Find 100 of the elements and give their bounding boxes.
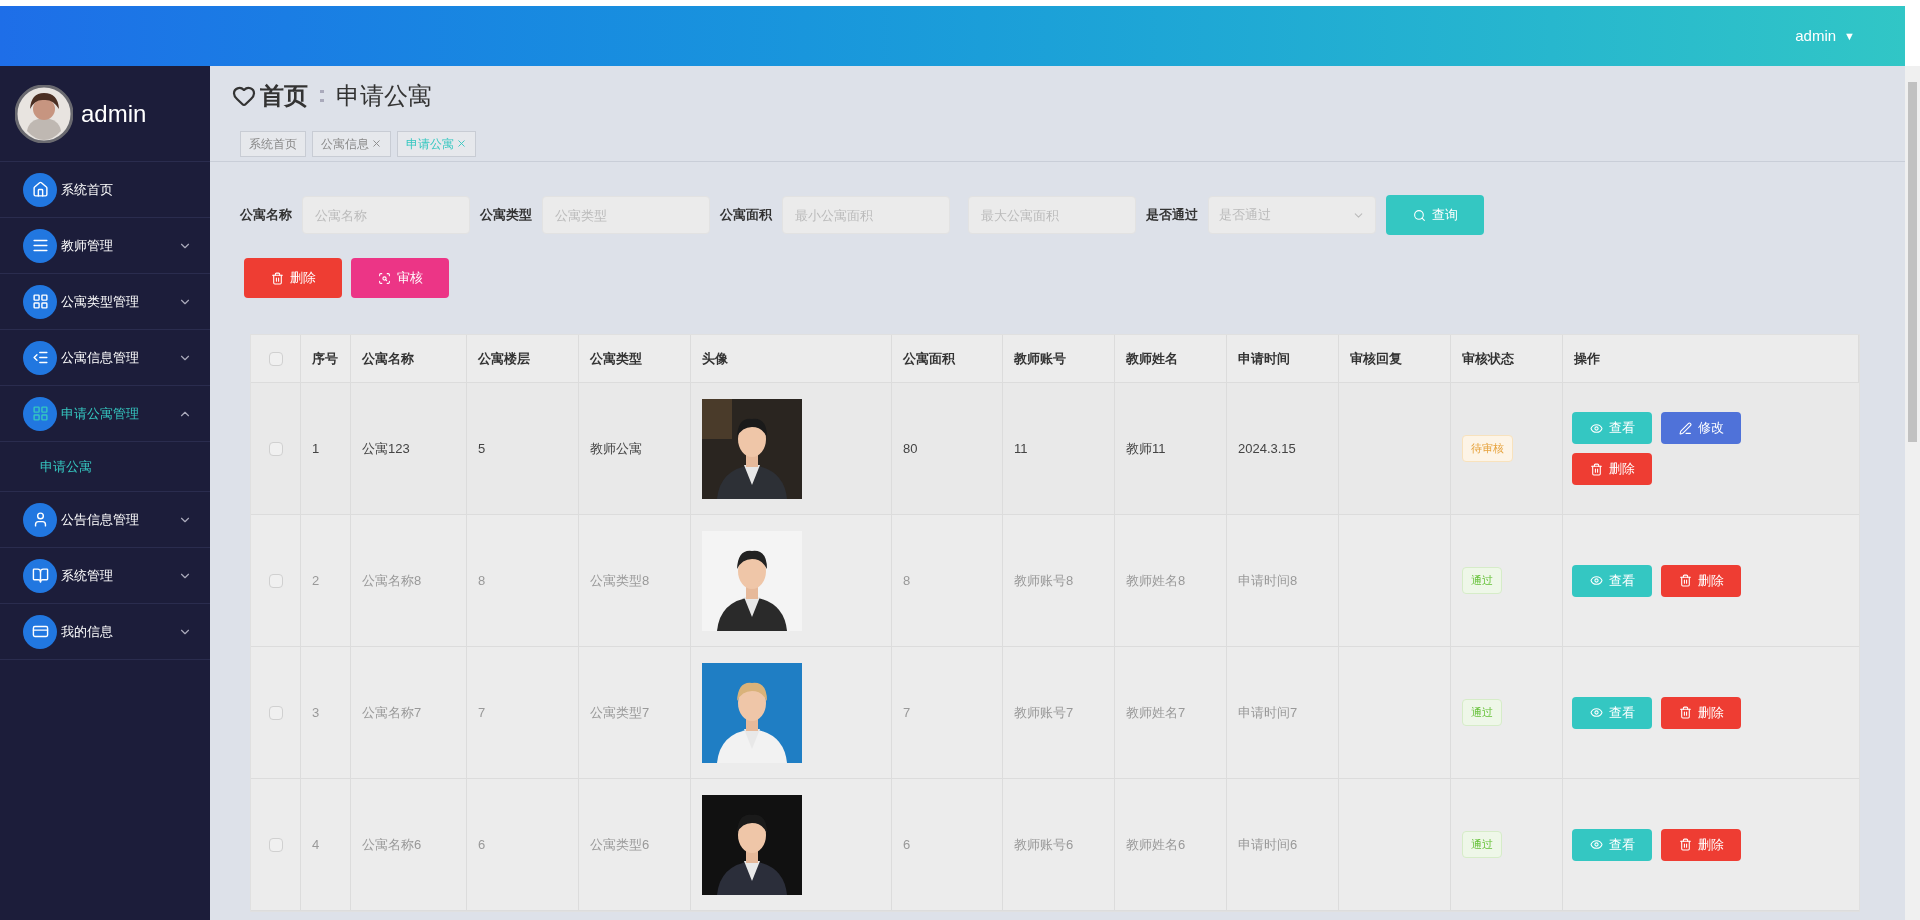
status-tag: 通过 bbox=[1462, 831, 1502, 858]
sidebar-item[interactable]: 系统管理 bbox=[0, 548, 210, 604]
row-checkbox[interactable] bbox=[268, 837, 283, 852]
table-cell-text: 7 bbox=[478, 703, 486, 722]
view-button[interactable]: 查看 bbox=[1572, 828, 1652, 861]
column-header: 公寓楼层 bbox=[478, 349, 530, 368]
column-header: 公寓面积 bbox=[903, 349, 955, 368]
pen-icon bbox=[1678, 421, 1692, 435]
edit-button[interactable]: 修改 bbox=[1661, 412, 1741, 444]
table-cell-text: 申请时间6 bbox=[1238, 835, 1298, 854]
card-icon bbox=[23, 614, 57, 649]
filter-label: 公寓面积 bbox=[720, 206, 772, 225]
list-icon bbox=[23, 228, 57, 263]
table-cell-text: 5 bbox=[478, 439, 486, 458]
grid-icon bbox=[23, 396, 57, 431]
home-icon bbox=[23, 172, 57, 207]
table-cell-text: 11 bbox=[1014, 439, 1028, 458]
table-cell-text: 公寓类型8 bbox=[590, 571, 650, 590]
filter-label: 公寓名称 bbox=[240, 206, 292, 225]
table-cell-text: 公寓名称6 bbox=[362, 835, 422, 854]
column-header: 审核回复 bbox=[1350, 349, 1402, 368]
table-cell-text: 3 bbox=[312, 703, 320, 722]
page-tab[interactable]: 系统首页 bbox=[240, 130, 306, 157]
delete-button[interactable]: 删除 bbox=[244, 258, 342, 298]
table-cell-text: 教师11 bbox=[1126, 439, 1166, 458]
column-header: 公寓名称 bbox=[362, 349, 414, 368]
sidebar-item[interactable]: 我的信息 bbox=[0, 604, 210, 660]
filter-label: 公寓类型 bbox=[480, 206, 532, 225]
row-checkbox[interactable] bbox=[268, 441, 283, 456]
table-cell-text: 6 bbox=[903, 835, 911, 854]
column-header: 审核状态 bbox=[1462, 349, 1514, 368]
search-button[interactable]: 查询 bbox=[1386, 195, 1484, 235]
table-cell-text: 申请时间8 bbox=[1238, 571, 1298, 590]
status-tag: 通过 bbox=[1462, 699, 1502, 726]
delete-button[interactable]: 删除 bbox=[1661, 696, 1741, 729]
trash-icon bbox=[1678, 574, 1692, 587]
breadcrumb-home[interactable]: 首页 bbox=[260, 78, 308, 114]
row-checkbox[interactable] bbox=[268, 705, 283, 720]
table-cell-text: 教师公寓 bbox=[590, 439, 642, 458]
sidebar-item[interactable]: 公告信息管理 bbox=[0, 492, 210, 548]
table-cell-text: 公寓名称7 bbox=[362, 703, 422, 722]
view-button[interactable]: 查看 bbox=[1572, 696, 1652, 729]
delete-button[interactable]: 删除 bbox=[1572, 453, 1652, 485]
view-button[interactable]: 查看 bbox=[1572, 564, 1652, 597]
sidebar-item[interactable]: 公寓信息管理 bbox=[0, 330, 210, 386]
table-cell-text: 公寓名称8 bbox=[362, 571, 422, 590]
filter-label: 是否通过 bbox=[1146, 206, 1198, 225]
review-button[interactable]: 审核 bbox=[351, 258, 449, 298]
eye-icon bbox=[1589, 706, 1603, 719]
delete-button[interactable]: 删除 bbox=[1661, 828, 1741, 861]
table-cell-text: 2 bbox=[312, 571, 320, 590]
sidebar-item[interactable]: 公寓类型管理 bbox=[0, 274, 210, 330]
separator-icon bbox=[320, 88, 324, 104]
avatar-icon bbox=[15, 84, 73, 143]
sidebar-item[interactable]: 教师管理 bbox=[0, 218, 210, 274]
delete-button[interactable]: 删除 bbox=[1661, 564, 1741, 597]
heart-icon bbox=[232, 84, 256, 108]
sidebar-item[interactable]: 申请公寓管理 bbox=[0, 386, 210, 442]
sidebar-username: admin bbox=[81, 98, 147, 129]
table-cell-text: 1 bbox=[312, 439, 320, 458]
user-menu[interactable]: admin ▼ bbox=[1795, 24, 1855, 48]
trash-icon bbox=[1589, 462, 1603, 476]
eye-icon bbox=[1589, 574, 1603, 587]
table-cell-text: 教师姓名8 bbox=[1126, 571, 1186, 590]
table-cell-text: 教师账号7 bbox=[1014, 703, 1074, 722]
column-header: 序号 bbox=[312, 349, 338, 368]
page-tab[interactable]: 公寓信息 bbox=[312, 130, 391, 157]
sidebar-item[interactable]: 系统首页 bbox=[0, 162, 210, 218]
breadcrumb-current: 申请公寓 bbox=[336, 81, 432, 111]
table-cell-text: 教师姓名6 bbox=[1126, 835, 1186, 854]
indent-list-icon bbox=[23, 340, 57, 375]
column-header: 公寓类型 bbox=[590, 349, 642, 368]
status-tag: 通过 bbox=[1462, 567, 1502, 594]
trash-icon bbox=[1678, 706, 1692, 719]
table-cell-text: 公寓123 bbox=[362, 439, 410, 458]
table-cell-text: 教师姓名7 bbox=[1126, 703, 1186, 722]
column-header: 教师姓名 bbox=[1126, 349, 1178, 368]
review-icon bbox=[377, 271, 391, 285]
view-button[interactable]: 查看 bbox=[1572, 412, 1652, 444]
table-cell-text: 7 bbox=[903, 703, 911, 722]
table-cell-text: 8 bbox=[478, 571, 486, 590]
table-cell-text: 教师账号6 bbox=[1014, 835, 1074, 854]
table-cell-text: 8 bbox=[903, 571, 911, 590]
close-icon bbox=[456, 138, 467, 149]
select-all-checkbox[interactable] bbox=[268, 351, 283, 366]
close-icon bbox=[371, 138, 382, 149]
grid-icon bbox=[23, 284, 57, 319]
trash-icon bbox=[1678, 838, 1692, 851]
table-cell-text: 2024.3.15 bbox=[1238, 439, 1296, 458]
row-checkbox[interactable] bbox=[268, 573, 283, 588]
column-header: 教师账号 bbox=[1014, 349, 1066, 368]
search-icon bbox=[1412, 208, 1426, 222]
table-cell-text: 80 bbox=[903, 439, 918, 458]
table-cell-text: 公寓类型7 bbox=[590, 703, 650, 722]
eye-icon bbox=[1589, 421, 1603, 435]
table-cell-text: 4 bbox=[312, 835, 320, 854]
eye-icon bbox=[1589, 838, 1603, 851]
column-header: 申请时间 bbox=[1238, 349, 1290, 368]
table-cell-text: 申请时间7 bbox=[1238, 703, 1298, 722]
book-icon bbox=[23, 558, 57, 593]
